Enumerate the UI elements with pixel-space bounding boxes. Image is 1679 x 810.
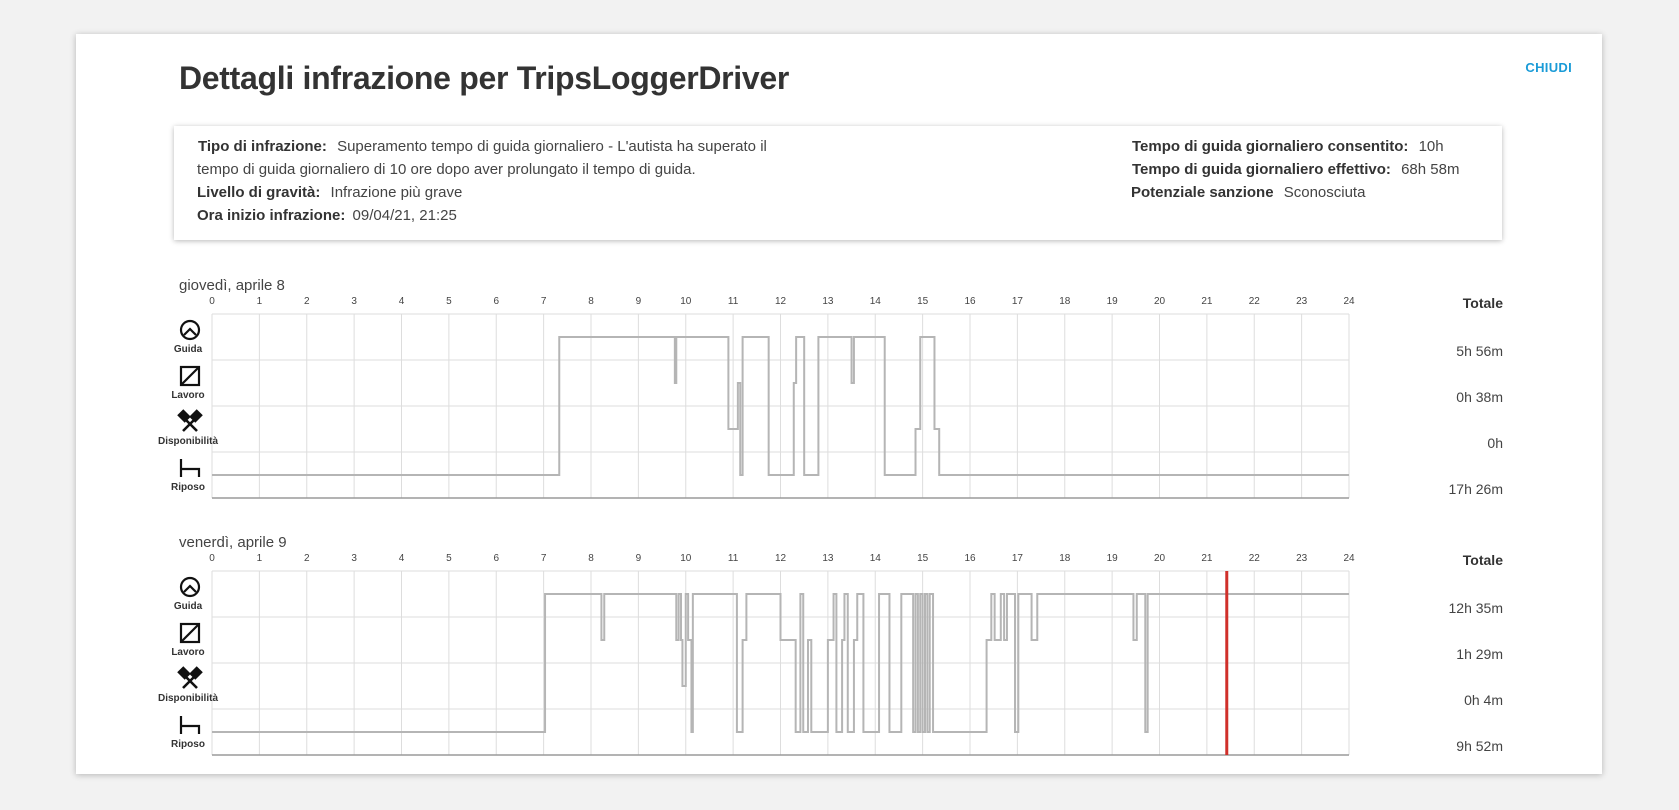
- total-value-lavoro: 0h 38m: [1456, 389, 1503, 405]
- steering-wheel-spokes: [183, 327, 197, 336]
- crossed-hammers-icon: [177, 666, 203, 689]
- hour-tick-label: 18: [1059, 296, 1071, 307]
- hour-tick-label: 8: [588, 296, 594, 307]
- hour-tick-label: 1: [257, 296, 263, 307]
- hour-tick-label: 11: [728, 296, 739, 307]
- hammer-head-a: [177, 409, 191, 423]
- hour-tick-label: 7: [541, 553, 547, 564]
- hour-tick-label: 18: [1059, 553, 1071, 564]
- hour-tick-label: 17: [1012, 296, 1024, 307]
- total-value-riposo: 9h 52m: [1456, 738, 1503, 754]
- hour-tick-label: 2: [304, 553, 310, 564]
- day-chart-1: giovedì, aprile 80 1 2 3 4 5 6 7 8 9 10 11 12 13 14 15 1…: [158, 277, 1503, 499]
- hour-tick-label: 4: [399, 553, 405, 564]
- hour-tick-label: 14: [870, 553, 882, 564]
- hour-tick-label: 17: [1012, 553, 1024, 564]
- hour-tick-label: 24: [1343, 296, 1355, 307]
- bed-frame: [179, 459, 201, 477]
- hour-tick-label: 7: [541, 296, 547, 307]
- activity-charts: giovedì, aprile 80 1 2 3 4 5 6 7 8 9 10 11 12 13 14 15 1…: [158, 277, 1503, 756]
- total-value-guida: 5h 56m: [1456, 343, 1503, 359]
- day-date-label: giovedì, aprile 8: [179, 277, 285, 294]
- hour-tick-label: 24: [1343, 553, 1355, 564]
- hour-tick-label: 0: [209, 296, 215, 307]
- total-header: Totale: [1463, 552, 1503, 568]
- hour-tick-label: 10: [680, 296, 692, 307]
- hour-tick-label: 20: [1154, 553, 1166, 564]
- hour-tick-label: 15: [917, 296, 929, 307]
- legend-label-lavoro: Lavoro: [171, 647, 204, 658]
- hour-tick-label: 6: [493, 296, 499, 307]
- hour-tick-label: 9: [636, 296, 642, 307]
- steering-wheel-icon: [179, 319, 201, 341]
- hour-tick-label: 15: [917, 553, 929, 564]
- hour-tick-label: 3: [351, 553, 357, 564]
- legend-label-guida: Guida: [174, 601, 203, 612]
- hour-tick-label: 3: [351, 296, 357, 307]
- day-chart-2: venerdì, aprile 90 1 2 3 4 5 6 7 8 9 10 11 12 13 14 15 1…: [158, 534, 1503, 756]
- steering-wheel-icon: [179, 576, 201, 598]
- legend-label-riposo: Riposo: [171, 739, 205, 750]
- hour-tick-label: 5: [446, 553, 452, 564]
- hour-tick-label: 1: [257, 553, 263, 564]
- work-square-slash: [180, 366, 200, 386]
- hour-tick-label: 22: [1249, 553, 1261, 564]
- hour-tick-label: 13: [822, 553, 834, 564]
- total-value-disponibilità: 0h: [1487, 435, 1503, 451]
- bed-frame: [179, 716, 201, 734]
- work-square-slash: [180, 623, 200, 643]
- hour-tick-label: 20: [1154, 296, 1166, 307]
- total-value-disponibilità: 0h 4m: [1464, 692, 1503, 708]
- hour-tick-label: 5: [446, 296, 452, 307]
- hour-tick-label: 4: [399, 296, 405, 307]
- infraction-dialog: Dettagli infrazione per TripsLoggerDrive…: [76, 34, 1602, 774]
- hour-tick-label: 22: [1249, 296, 1261, 307]
- hour-tick-label: 16: [964, 553, 976, 564]
- hour-tick-label: 10: [680, 553, 692, 564]
- legend-label-disponibilità: Disponibilità: [158, 436, 218, 447]
- hour-tick-label: 13: [822, 296, 834, 307]
- total-header: Totale: [1463, 295, 1503, 311]
- legend-label-lavoro: Lavoro: [171, 390, 204, 401]
- hour-tick-label: 6: [493, 553, 499, 564]
- hour-tick-label: 21: [1201, 553, 1213, 564]
- hour-tick-label: 16: [964, 296, 976, 307]
- hour-tick-label: 23: [1296, 296, 1308, 307]
- hammer-head-a: [177, 666, 191, 680]
- hour-tick-label: 9: [636, 553, 642, 564]
- bed-icon: [179, 459, 201, 477]
- hour-tick-label: 8: [588, 553, 594, 564]
- hour-tick-label: 12: [775, 296, 787, 307]
- total-value-riposo: 17h 26m: [1449, 481, 1503, 497]
- hammer-head-b: [189, 666, 203, 680]
- hour-tick-label: 14: [870, 296, 882, 307]
- total-value-lavoro: 1h 29m: [1456, 646, 1503, 662]
- hour-tick-label: 12: [775, 553, 787, 564]
- hour-tick-label: 21: [1201, 296, 1213, 307]
- legend-label-guida: Guida: [174, 344, 203, 355]
- hammer-head-b: [189, 409, 203, 423]
- crossed-hammers-icon: [177, 409, 203, 432]
- hour-tick-label: 19: [1107, 296, 1119, 307]
- legend-label-disponibilità: Disponibilità: [158, 693, 218, 704]
- steering-wheel-spokes: [183, 584, 197, 593]
- hour-tick-label: 2: [304, 296, 310, 307]
- hour-tick-label: 0: [209, 553, 215, 564]
- work-square-icon: [179, 622, 201, 644]
- bed-icon: [179, 716, 201, 734]
- work-square-icon: [179, 365, 201, 387]
- hour-tick-label: 19: [1107, 553, 1119, 564]
- hour-tick-label: 11: [728, 553, 739, 564]
- total-value-guida: 12h 35m: [1449, 600, 1503, 616]
- day-date-label: venerdì, aprile 9: [179, 534, 287, 551]
- legend-label-riposo: Riposo: [171, 482, 205, 493]
- hour-tick-label: 23: [1296, 553, 1308, 564]
